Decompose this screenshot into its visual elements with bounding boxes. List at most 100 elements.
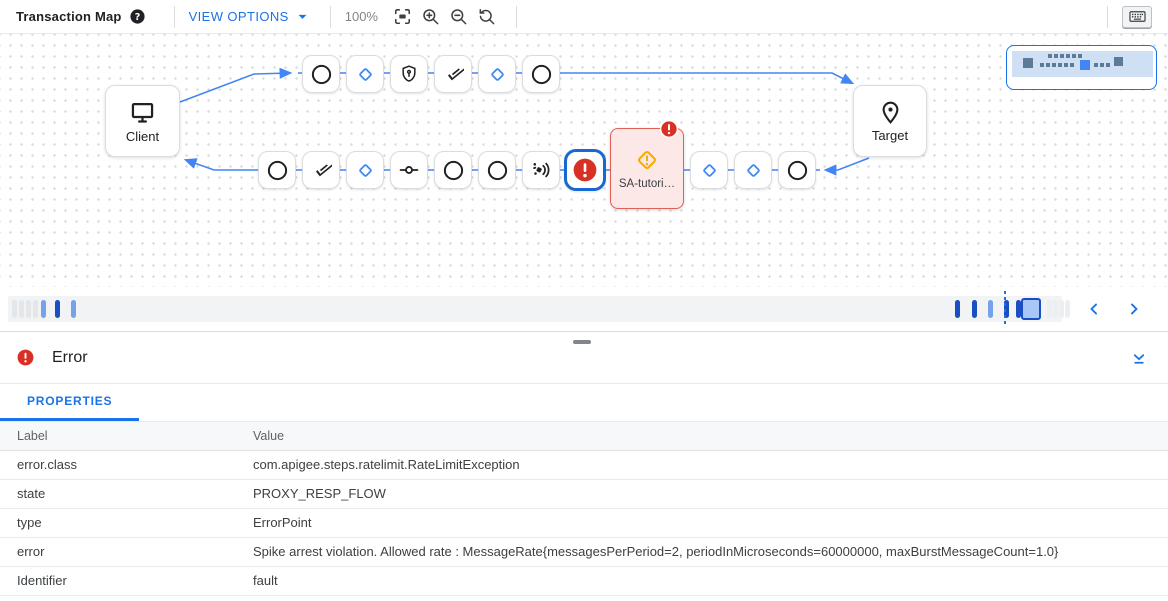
minimap-node <box>1058 63 1062 67</box>
view-options-label: VIEW OPTIONS <box>189 9 289 24</box>
table-row: Identifierfault <box>0 566 1168 595</box>
step-commit-icon <box>398 159 420 181</box>
minimap-node <box>1046 63 1050 67</box>
step-diamond[interactable] <box>346 55 384 93</box>
divider <box>1107 6 1108 28</box>
panel-tabs: PROPERTIES <box>0 384 1168 422</box>
transaction-tick[interactable] <box>26 300 31 318</box>
property-label: error <box>0 537 236 566</box>
error-policy-node[interactable]: SA-tutori… <box>610 128 684 209</box>
step-diamond-icon <box>699 160 720 181</box>
timeline-cursor[interactable] <box>1004 291 1006 327</box>
step-diamond[interactable] <box>478 55 516 93</box>
client-node[interactable]: Client <box>105 85 180 157</box>
table-row: statePROXY_RESP_FLOW <box>0 479 1168 508</box>
step-diamond[interactable] <box>690 151 728 189</box>
minimap-node <box>1064 63 1068 67</box>
transaction-tick[interactable] <box>972 300 977 318</box>
keyboard-icon <box>1128 7 1147 26</box>
help-icon[interactable]: ? <box>129 8 146 25</box>
step-circle[interactable] <box>302 55 340 93</box>
transaction-tick[interactable] <box>19 300 24 318</box>
target-node[interactable]: Target <box>853 85 927 157</box>
panel-title: Error <box>52 349 88 367</box>
collapse-panel-button[interactable] <box>1126 346 1152 372</box>
step-diamond[interactable] <box>346 151 384 189</box>
zoom-out-icon <box>449 7 468 26</box>
toolbar: Transaction Map ? VIEW OPTIONS 100% <box>0 0 1168 34</box>
step-double-check[interactable] <box>302 151 340 189</box>
transaction-tick[interactable] <box>955 300 960 318</box>
timeline-track[interactable] <box>8 296 1062 322</box>
fit-screen-icon <box>393 7 412 26</box>
svg-text:?: ? <box>134 12 140 23</box>
minimap-node <box>1078 54 1082 58</box>
step-circle[interactable] <box>778 151 816 189</box>
step-circle[interactable] <box>522 55 560 93</box>
details-panel: Error PROPERTIES Label Value error.class… <box>0 331 1168 601</box>
step-circle-icon <box>530 63 553 86</box>
minimap-node <box>1072 54 1076 58</box>
minimap-viewport <box>1012 51 1153 77</box>
transaction-tick[interactable] <box>1047 300 1052 318</box>
step-error-selected[interactable] <box>564 149 606 191</box>
column-header-label: Label <box>0 422 236 450</box>
step-double-check-icon <box>442 63 464 85</box>
step-double-check[interactable] <box>434 55 472 93</box>
column-header-value: Value <box>236 422 1168 450</box>
minimap-node <box>1040 63 1044 67</box>
step-circle-icon <box>310 63 333 86</box>
reset-zoom-icon <box>477 7 496 26</box>
minimap-node <box>1048 54 1052 58</box>
minimap-node <box>1094 63 1098 67</box>
transaction-tick[interactable] <box>1059 300 1064 318</box>
minimap-node <box>1106 63 1110 67</box>
previous-transaction-button[interactable] <box>1080 295 1108 323</box>
transaction-tick[interactable] <box>71 300 76 318</box>
keyboard-shortcuts-button[interactable] <box>1122 6 1152 28</box>
zoom-in-icon <box>421 7 440 26</box>
chevron-right-icon <box>1124 299 1144 319</box>
divider <box>516 6 517 28</box>
transaction-tick[interactable] <box>12 300 17 318</box>
transaction-tick[interactable] <box>55 300 60 318</box>
transaction-tick[interactable] <box>1065 300 1070 318</box>
property-value: PROXY_RESP_FLOW <box>236 479 1168 508</box>
table-row: error.classcom.apigee.steps.ratelimit.Ra… <box>0 450 1168 479</box>
panel-drag-handle[interactable] <box>573 340 591 344</box>
next-transaction-button[interactable] <box>1120 295 1148 323</box>
step-diamond-icon <box>355 64 376 85</box>
view-options-button[interactable]: VIEW OPTIONS <box>189 7 312 26</box>
target-label: Target <box>872 128 908 143</box>
caret-down-icon <box>293 7 312 26</box>
property-value: Spike arrest violation. Allowed rate : M… <box>236 537 1168 566</box>
client-label: Client <box>126 129 159 144</box>
transaction-tick[interactable] <box>41 300 46 318</box>
fit-to-screen-button[interactable] <box>390 4 416 30</box>
page-title: Transaction Map <box>16 9 122 24</box>
step-circle[interactable] <box>258 151 296 189</box>
step-commit[interactable] <box>390 151 428 189</box>
step-double-check-icon <box>310 159 332 181</box>
property-value: ErrorPoint <box>236 508 1168 537</box>
zoom-out-button[interactable] <box>446 4 472 30</box>
minimap[interactable] <box>1006 45 1157 90</box>
minimap-node <box>1100 63 1104 67</box>
minimap-node <box>1052 63 1056 67</box>
step-diamond-icon <box>487 64 508 85</box>
step-diamond[interactable] <box>734 151 772 189</box>
zoom-in-button[interactable] <box>418 4 444 30</box>
step-circle[interactable] <box>434 151 472 189</box>
step-shield[interactable] <box>390 55 428 93</box>
transaction-tick[interactable] <box>1053 300 1058 318</box>
transaction-tick[interactable] <box>33 300 38 318</box>
transaction-tick[interactable] <box>988 300 993 318</box>
step-signal[interactable] <box>522 151 560 189</box>
transaction-map-canvas[interactable]: Client Target SA-tutori… <box>0 34 1168 287</box>
reset-zoom-button[interactable] <box>474 4 500 30</box>
timeline-selection[interactable] <box>1021 298 1041 320</box>
tab-properties[interactable]: PROPERTIES <box>0 384 139 421</box>
step-circle-icon <box>266 159 289 182</box>
minimap-node <box>1054 54 1058 58</box>
step-circle[interactable] <box>478 151 516 189</box>
